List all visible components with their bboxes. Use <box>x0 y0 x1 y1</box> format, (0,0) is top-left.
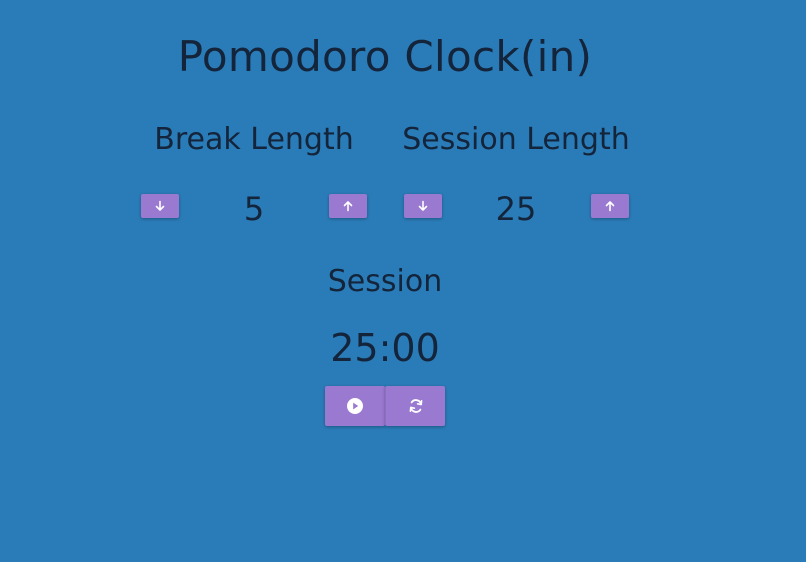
refresh-icon <box>407 397 425 415</box>
arrow-up-icon <box>342 200 354 212</box>
session-decrement-button[interactable] <box>404 194 442 218</box>
session-increment-button[interactable] <box>591 194 629 218</box>
arrow-down-icon <box>417 200 429 212</box>
session-length-value: 25 <box>495 190 537 228</box>
break-length-value: 5 <box>243 190 265 228</box>
start-stop-button[interactable] <box>325 386 385 426</box>
time-left-display: 25:00 <box>330 326 440 370</box>
break-length-label: Break Length <box>154 122 354 157</box>
timer-label: Session <box>327 264 443 299</box>
reset-button[interactable] <box>385 386 445 426</box>
break-decrement-button[interactable] <box>141 194 179 218</box>
arrow-down-icon <box>154 200 166 212</box>
arrow-up-icon <box>604 200 616 212</box>
play-circle-icon <box>346 397 364 415</box>
break-increment-button[interactable] <box>329 194 367 218</box>
session-length-label: Session Length <box>402 122 630 157</box>
app-title: Pomodoro Clock(in) <box>177 32 593 81</box>
